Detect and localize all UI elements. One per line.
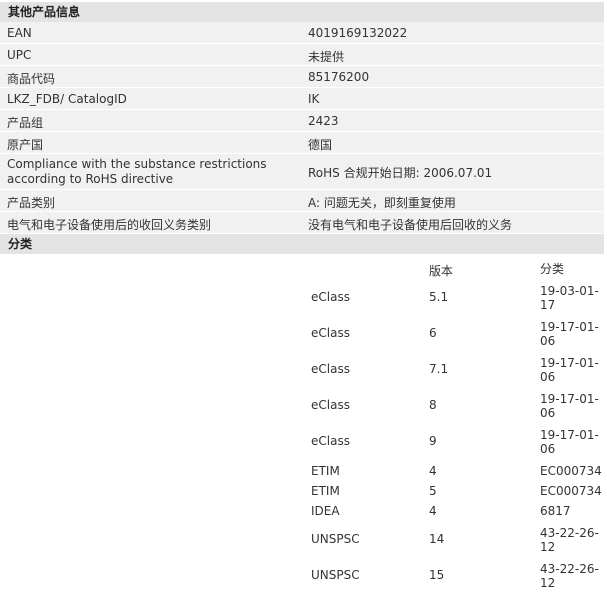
section-title-other-info: 其他产品信息 (0, 2, 604, 22)
info-value: 2423 (308, 114, 339, 128)
info-value: 未提供 (308, 50, 345, 64)
version-cell: 5.1 (429, 290, 449, 304)
table-row: eClass 5.1 19-03-01-17 (0, 284, 604, 320)
info-key: 产品组 (7, 116, 44, 130)
info-key: Compliance with the substance restrictio… (7, 157, 267, 186)
class-cell: 43-22-26-12 (540, 562, 599, 590)
info-value: 4019169132022 (308, 26, 408, 40)
class-cell: 19-17-01-06 (540, 320, 599, 348)
info-key: EAN (7, 26, 32, 40)
info-value: A: 问题无关，即刻重复使用 (308, 196, 456, 210)
classification-header-row: 版本 分类 (0, 262, 604, 282)
class-cell: 43-22-26-12 (540, 526, 599, 554)
version-cell: 5 (429, 484, 437, 498)
info-value: 85176200 (308, 70, 370, 84)
version-cell: 4 (429, 504, 437, 518)
section-title-classification: 分类 (0, 234, 604, 254)
info-value: RoHS 合规开始日期: 2006.07.01 (308, 166, 493, 180)
class-cell: 19-17-01-06 (540, 356, 599, 384)
info-row-country-of-origin: 原产国 德国 (0, 132, 604, 154)
table-row: UNSPSC 15 43-22-26-12 (0, 562, 604, 598)
info-key: UPC (7, 48, 32, 62)
system-cell: eClass (311, 326, 350, 340)
class-cell: 6817 (540, 504, 571, 518)
info-key: 产品类别 (7, 196, 56, 210)
info-key: LKZ_FDB/ CatalogID (7, 92, 127, 106)
system-cell: UNSPSC (311, 568, 360, 582)
column-header-class: 分类 (540, 262, 565, 276)
table-row: ETIM 4 EC000734 (0, 462, 604, 484)
info-key: 电气和电子设备使用后的收回义务类别 (7, 218, 212, 232)
system-cell: eClass (311, 434, 350, 448)
table-row: eClass 6 19-17-01-06 (0, 320, 604, 356)
info-value: IK (308, 92, 320, 106)
info-row-upc: UPC 未提供 (0, 44, 604, 66)
system-cell: ETIM (311, 484, 340, 498)
info-row-product-category: 产品类别 A: 问题无关，即刻重复使用 (0, 190, 604, 212)
system-cell: eClass (311, 362, 350, 376)
table-row: UNSPSC 14 43-22-26-12 (0, 526, 604, 562)
info-value: 德国 (308, 138, 333, 152)
version-cell: 9 (429, 434, 437, 448)
version-cell: 7.1 (429, 362, 449, 376)
info-value: 没有电气和电子设备使用后回收的义务 (308, 218, 513, 232)
table-row: IDEA 4 6817 (0, 504, 604, 526)
info-row-rohs-compliance: Compliance with the substance restrictio… (0, 154, 604, 190)
column-header-version: 版本 (429, 264, 454, 278)
info-key: 原产国 (7, 138, 44, 152)
info-row-ean: EAN 4019169132022 (0, 22, 604, 44)
system-cell: UNSPSC (311, 532, 360, 546)
table-row: eClass 7.1 19-17-01-06 (0, 356, 604, 392)
class-cell: 19-17-01-06 (540, 428, 599, 456)
info-row-catalog-id: LKZ_FDB/ CatalogID IK (0, 88, 604, 110)
class-cell: 19-17-01-06 (540, 392, 599, 420)
table-row: eClass 9 19-17-01-06 (0, 428, 604, 464)
version-cell: 6 (429, 326, 437, 340)
system-cell: eClass (311, 290, 350, 304)
system-cell: eClass (311, 398, 350, 412)
class-cell: EC000734 (540, 484, 602, 498)
info-row-commodity-code: 商品代码 85176200 (0, 66, 604, 88)
table-row: eClass 8 19-17-01-06 (0, 392, 604, 428)
version-cell: 15 (429, 568, 445, 582)
version-cell: 14 (429, 532, 445, 546)
product-info-page: 其他产品信息 EAN 4019169132022 UPC 未提供 商品代码 85… (0, 0, 607, 604)
info-row-weee-category: 电气和电子设备使用后的收回义务类别 没有电气和电子设备使用后回收的义务 (0, 212, 604, 234)
class-cell: 19-03-01-17 (540, 284, 599, 312)
version-cell: 8 (429, 398, 437, 412)
table-row: ETIM 5 EC000734 (0, 484, 604, 506)
info-row-product-group: 产品组 2423 (0, 110, 604, 132)
system-cell: IDEA (311, 504, 340, 518)
version-cell: 4 (429, 464, 437, 478)
system-cell: ETIM (311, 464, 340, 478)
class-cell: EC000734 (540, 464, 602, 478)
info-key: 商品代码 (7, 72, 56, 86)
